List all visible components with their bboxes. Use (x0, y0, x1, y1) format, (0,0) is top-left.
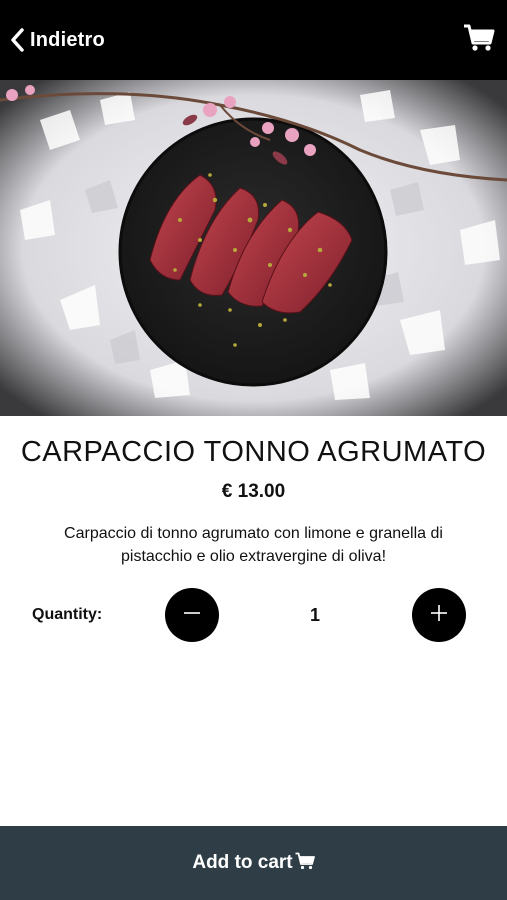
plus-icon (428, 602, 450, 629)
cart-button[interactable] (463, 23, 495, 58)
quantity-value: 1 (309, 605, 320, 625)
product-price: € 13.00 (221, 481, 286, 502)
quantity-stepper: Quantity: 1 (0, 588, 507, 644)
back-button[interactable]: Indietro (10, 27, 105, 53)
product-image (0, 80, 507, 416)
back-label: Indietro (30, 28, 105, 51)
product-title: CARPACCIO TONNO AGRUMATO (20, 436, 487, 468)
increase-quantity-button[interactable] (412, 588, 466, 642)
cart-icon (295, 852, 315, 875)
chevron-left-icon (10, 27, 26, 53)
add-to-cart-label: Add to cart (192, 852, 293, 873)
quantity-label: Quantity: (32, 606, 103, 623)
minus-icon (181, 602, 203, 629)
cart-icon (463, 23, 495, 58)
add-to-cart-button[interactable]: Add to cart (0, 826, 507, 900)
top-bar: Indietro (0, 0, 507, 80)
decrease-quantity-button[interactable] (165, 588, 219, 642)
product-description: Carpaccio di tonno agrumato con limone e… (64, 525, 443, 565)
